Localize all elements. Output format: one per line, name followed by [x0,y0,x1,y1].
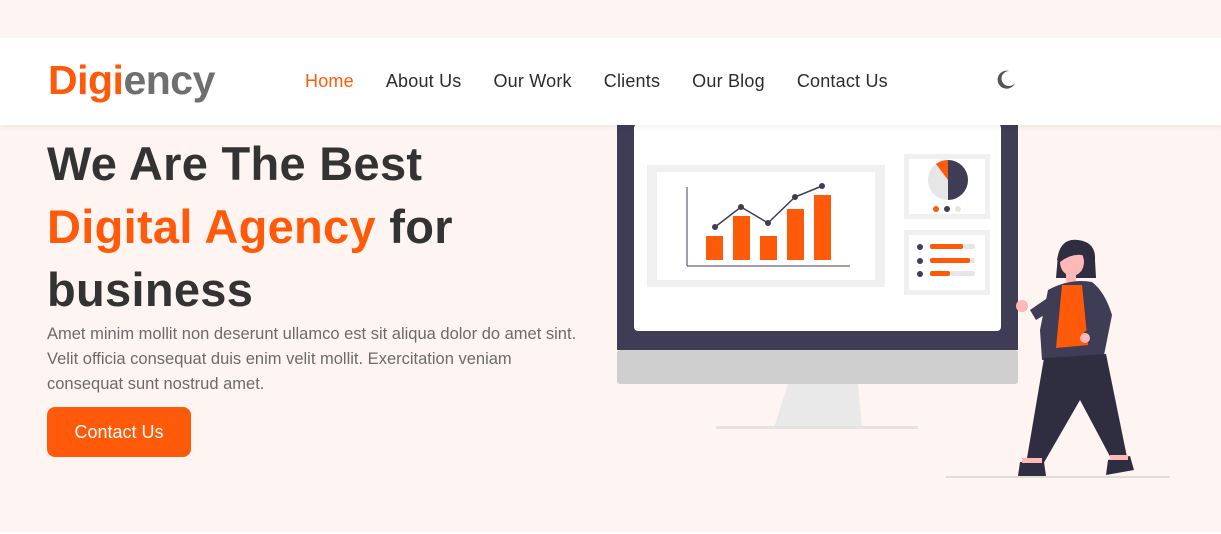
hero-title-rest: for [375,200,453,253]
brand-logo[interactable]: Digiency [48,57,215,104]
hero-title-line3: business [47,263,254,316]
hero-title-line1: We Are The Best [47,137,423,190]
hero-title-accent: Digital Agency [47,200,376,253]
contact-us-button[interactable]: Contact Us [47,407,191,457]
nav-about-us[interactable]: About Us [386,71,462,92]
person-illustration [1016,239,1134,476]
monitor-illustration [617,110,1018,429]
navbar: Digiency Home About Us Our Work Clients … [0,38,1221,125]
nav-clients[interactable]: Clients [604,71,660,92]
nav-our-blog[interactable]: Our Blog [692,71,765,92]
nav-contact-us[interactable]: Contact Us [797,71,888,92]
nav-our-work[interactable]: Our Work [493,71,571,92]
hero-illustration [617,110,1170,478]
moon-icon[interactable] [994,68,1018,92]
hero-title: We Are The Best Digital Agency for busin… [47,132,607,321]
nav-home[interactable]: Home [305,71,354,92]
brand-logo-part1: Digi [48,57,124,103]
main-nav: Home About Us Our Work Clients Our Blog … [305,71,920,92]
brand-logo-part2: ency [123,57,215,103]
hero-description: Amet minim mollit non deserunt ullamco e… [47,325,577,393]
